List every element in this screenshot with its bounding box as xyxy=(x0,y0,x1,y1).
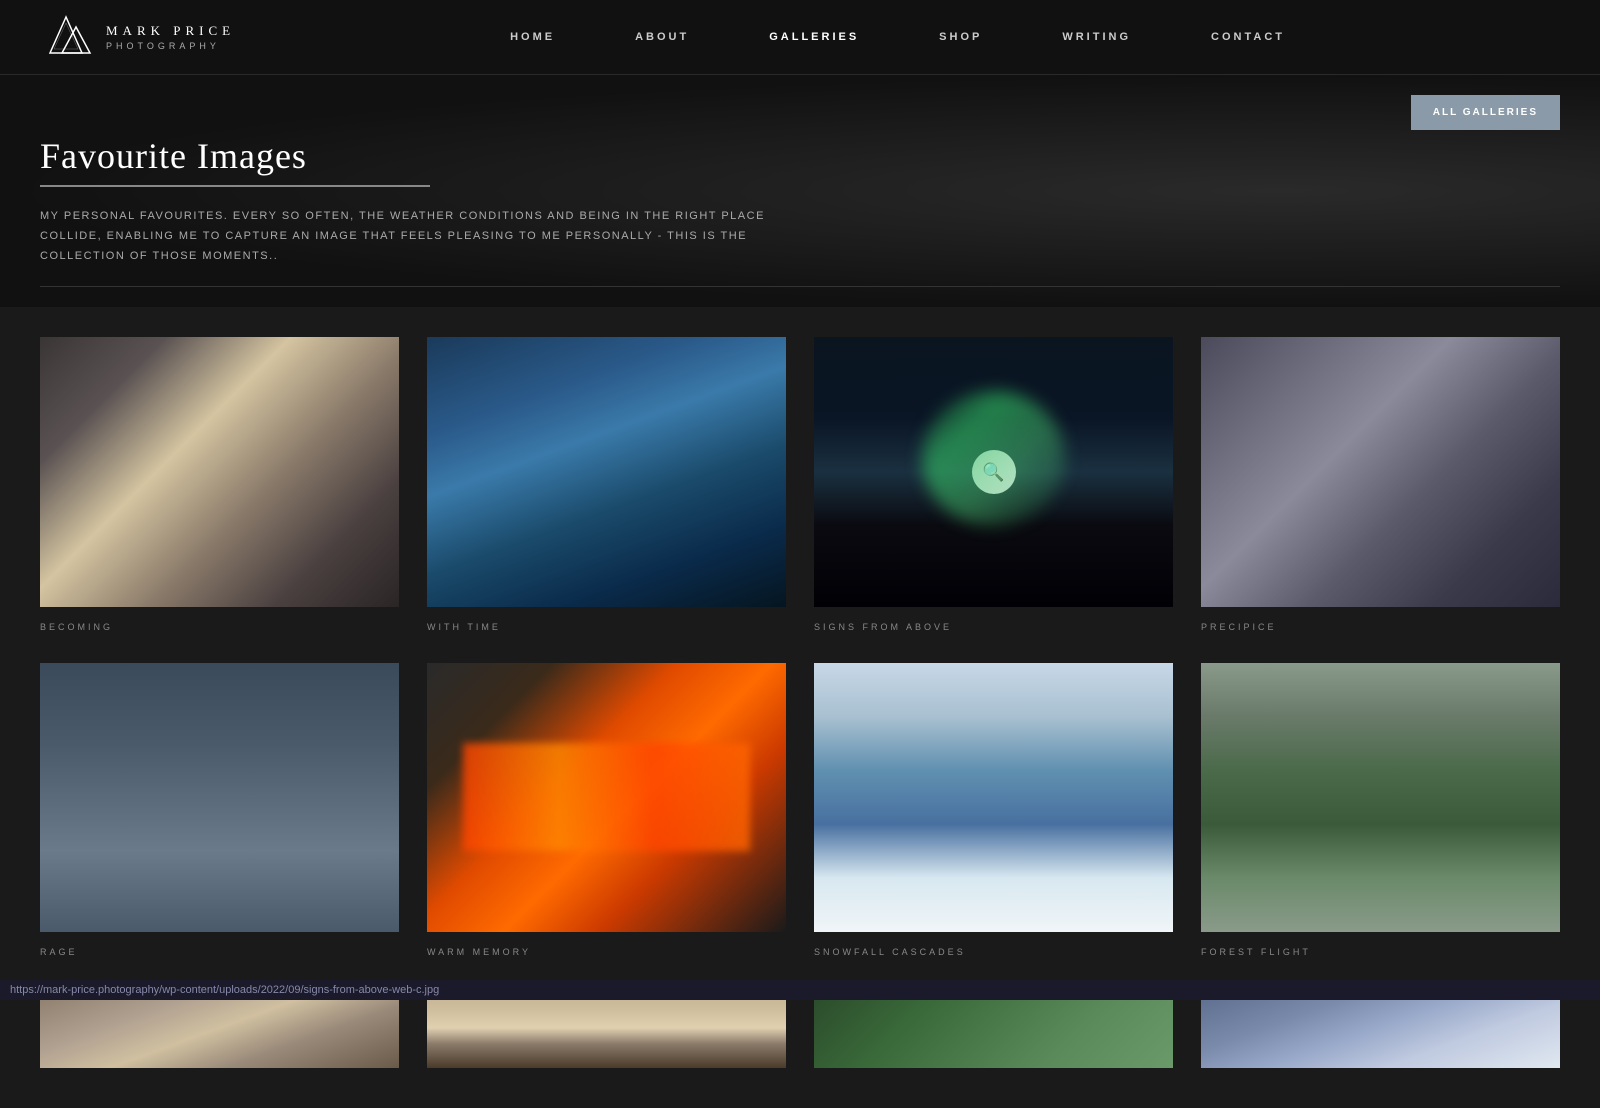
gallery-item-rage[interactable]: 🔍 RAGE xyxy=(40,663,399,960)
gallery-thumb-signs-from-above: 🔍 xyxy=(814,337,1173,606)
gallery-item-forest-flight[interactable]: 🔍 FOREST FLIGHT xyxy=(1201,663,1560,960)
nav-contact[interactable]: CONTACT xyxy=(1171,31,1325,43)
page-description: My personal favourites. Every so often, … xyxy=(40,207,800,266)
gallery-caption-precipice: PRECIPICE xyxy=(1201,622,1277,632)
gallery-item-partial2[interactable]: 🔍 xyxy=(427,988,786,1078)
main-nav: MARK PRICE PHOTOGRAPHY HOME ABOUT GALLER… xyxy=(0,0,1600,75)
nav-home[interactable]: HOME xyxy=(470,31,595,43)
nav-shop[interactable]: SHOP xyxy=(899,31,1022,43)
gallery-thumb-forest-flight: 🔍 xyxy=(1201,663,1560,932)
gallery-caption-snowfall-cascades: SNOWFALL CASCADES xyxy=(814,947,966,957)
site-subtitle: PHOTOGRAPHY xyxy=(106,41,235,51)
gallery-caption-forest-flight: FOREST FLIGHT xyxy=(1201,947,1311,957)
gallery-grid: 🔍 BECOMING 🔍 WITH TIME 🔍 SIGNS FROM ABOV… xyxy=(40,337,1560,1078)
gallery-caption-with-time: WITH TIME xyxy=(427,622,501,632)
gallery-item-with-time[interactable]: 🔍 WITH TIME xyxy=(427,337,786,634)
gallery-caption-signs-from-above: SIGNS FROM ABOVE xyxy=(814,622,952,632)
gallery-thumb-snowfall-cascades: 🔍 xyxy=(814,663,1173,932)
gallery-thumb-warm-memory: 🔍 xyxy=(427,663,786,932)
nav-writing[interactable]: WRITING xyxy=(1022,31,1171,43)
site-name: MARK PRICE xyxy=(106,23,235,39)
site-logo[interactable]: MARK PRICE PHOTOGRAPHY xyxy=(40,11,235,63)
gallery-item-warm-memory[interactable]: 🔍 WARM MEMORY xyxy=(427,663,786,960)
gallery-item-signs-from-above[interactable]: 🔍 SIGNS FROM ABOVE xyxy=(814,337,1173,634)
nav-links: HOME ABOUT GALLERIES SHOP WRITING CONTAC… xyxy=(235,31,1560,43)
gallery-item-snowfall-cascades[interactable]: 🔍 SNOWFALL CASCADES xyxy=(814,663,1173,960)
gallery-item-partial4[interactable]: 🔍 xyxy=(1201,988,1560,1078)
header-section: ALL GALLERIES Favourite Images My person… xyxy=(0,75,1600,307)
zoom-overlay-signs-from-above: 🔍 xyxy=(972,450,1016,494)
gallery-thumb-becoming: 🔍 xyxy=(40,337,399,606)
gallery-caption-warm-memory: WARM MEMORY xyxy=(427,947,531,957)
status-bar: https://mark-price.photography/wp-conten… xyxy=(0,980,1600,1000)
gallery-thumb-rage: 🔍 xyxy=(40,663,399,932)
gallery-item-precipice[interactable]: 🔍 PRECIPICE xyxy=(1201,337,1560,634)
nav-galleries[interactable]: GALLERIES xyxy=(729,31,899,43)
logo-svg xyxy=(40,11,92,63)
gallery-thumb-with-time: 🔍 xyxy=(427,337,786,606)
gallery-item-partial1[interactable]: 🔍 xyxy=(40,988,399,1078)
page-title: Favourite Images xyxy=(40,135,1560,177)
gallery-thumb-precipice: 🔍 xyxy=(1201,337,1560,606)
gallery-item-becoming[interactable]: 🔍 BECOMING xyxy=(40,337,399,634)
status-url: https://mark-price.photography/wp-conten… xyxy=(10,984,439,996)
gallery-caption-becoming: BECOMING xyxy=(40,622,113,632)
nav-about[interactable]: ABOUT xyxy=(595,31,729,43)
all-galleries-button[interactable]: ALL GALLERIES xyxy=(1411,95,1560,130)
section-divider xyxy=(40,286,1560,287)
gallery-item-partial3[interactable]: 🔍 xyxy=(814,988,1173,1078)
title-underline xyxy=(40,185,430,187)
logo-text-block: MARK PRICE PHOTOGRAPHY xyxy=(106,23,235,51)
gallery-caption-rage: RAGE xyxy=(40,947,78,957)
